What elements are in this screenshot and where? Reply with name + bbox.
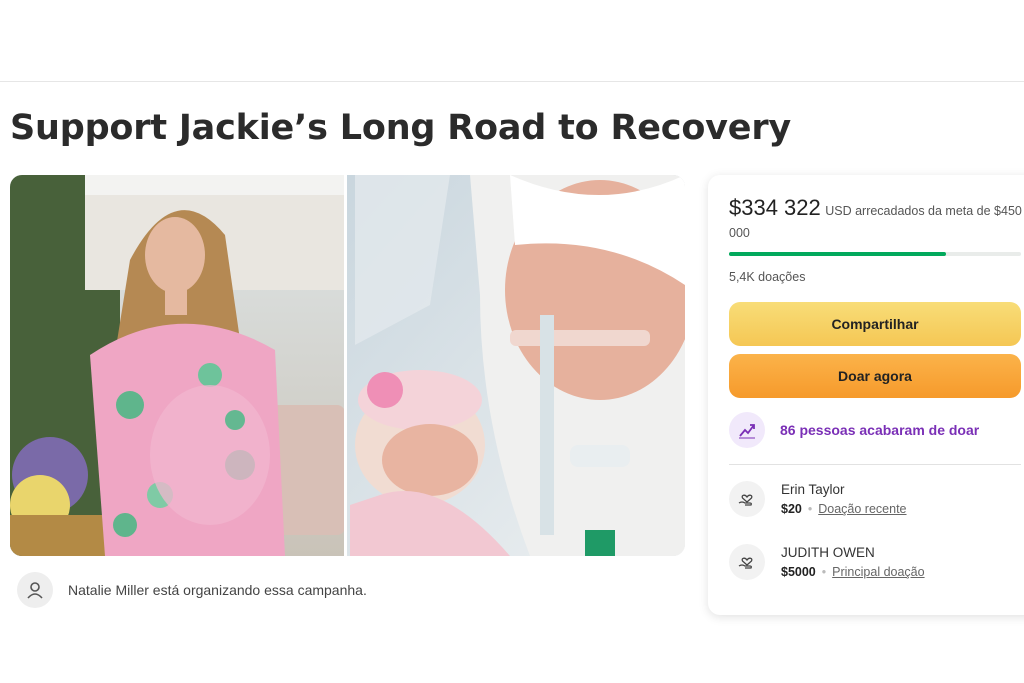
page-title: Support Jackie’s Long Road to Recovery: [10, 108, 791, 148]
pregnant-woman-photo: [10, 175, 345, 556]
recent-donors-text: 86 pessoas acabaram de doar: [780, 422, 980, 438]
donor-item: Erin Taylor $20 • Doação recente: [729, 481, 907, 519]
progress-fill: [729, 252, 946, 256]
donations-count: 5,4K doações: [729, 270, 806, 284]
donor-name: JUDITH OWEN: [781, 545, 875, 560]
recent-donors-link[interactable]: 86 pessoas acabaram de doar: [729, 412, 979, 448]
progress-bar: [729, 252, 1021, 256]
card-divider: [729, 464, 1021, 465]
organizer-row: Natalie Miller está organizando essa cam…: [17, 572, 367, 608]
share-button[interactable]: Compartilhar: [729, 302, 1021, 346]
donor-tag-link[interactable]: Principal doação: [832, 565, 924, 579]
donate-now-button[interactable]: Doar agora: [729, 354, 1021, 398]
donation-hand-heart-icon: [729, 544, 765, 580]
donor-amount: $20: [781, 502, 802, 516]
donor-amount: $5000: [781, 565, 816, 579]
amount-raised: $334 322 USD arrecadados da meta de $450…: [729, 197, 1024, 244]
donation-hand-heart-icon: [729, 481, 765, 517]
header-divider: [0, 81, 1024, 82]
campaign-hero-image: [10, 175, 685, 556]
raised-amount: $334 322: [729, 195, 821, 220]
donor-name: Erin Taylor: [781, 482, 845, 497]
donor-tag-link[interactable]: Doação recente: [818, 502, 906, 516]
donation-card: $334 322 USD arrecadados da meta de $450…: [708, 175, 1024, 615]
organizer-text: Natalie Miller está organizando essa cam…: [68, 582, 367, 598]
user-icon: [17, 572, 53, 608]
trending-up-icon: [729, 412, 765, 448]
hospital-photo: [347, 175, 685, 556]
donor-item: JUDITH OWEN $5000 • Principal doação: [729, 544, 925, 582]
